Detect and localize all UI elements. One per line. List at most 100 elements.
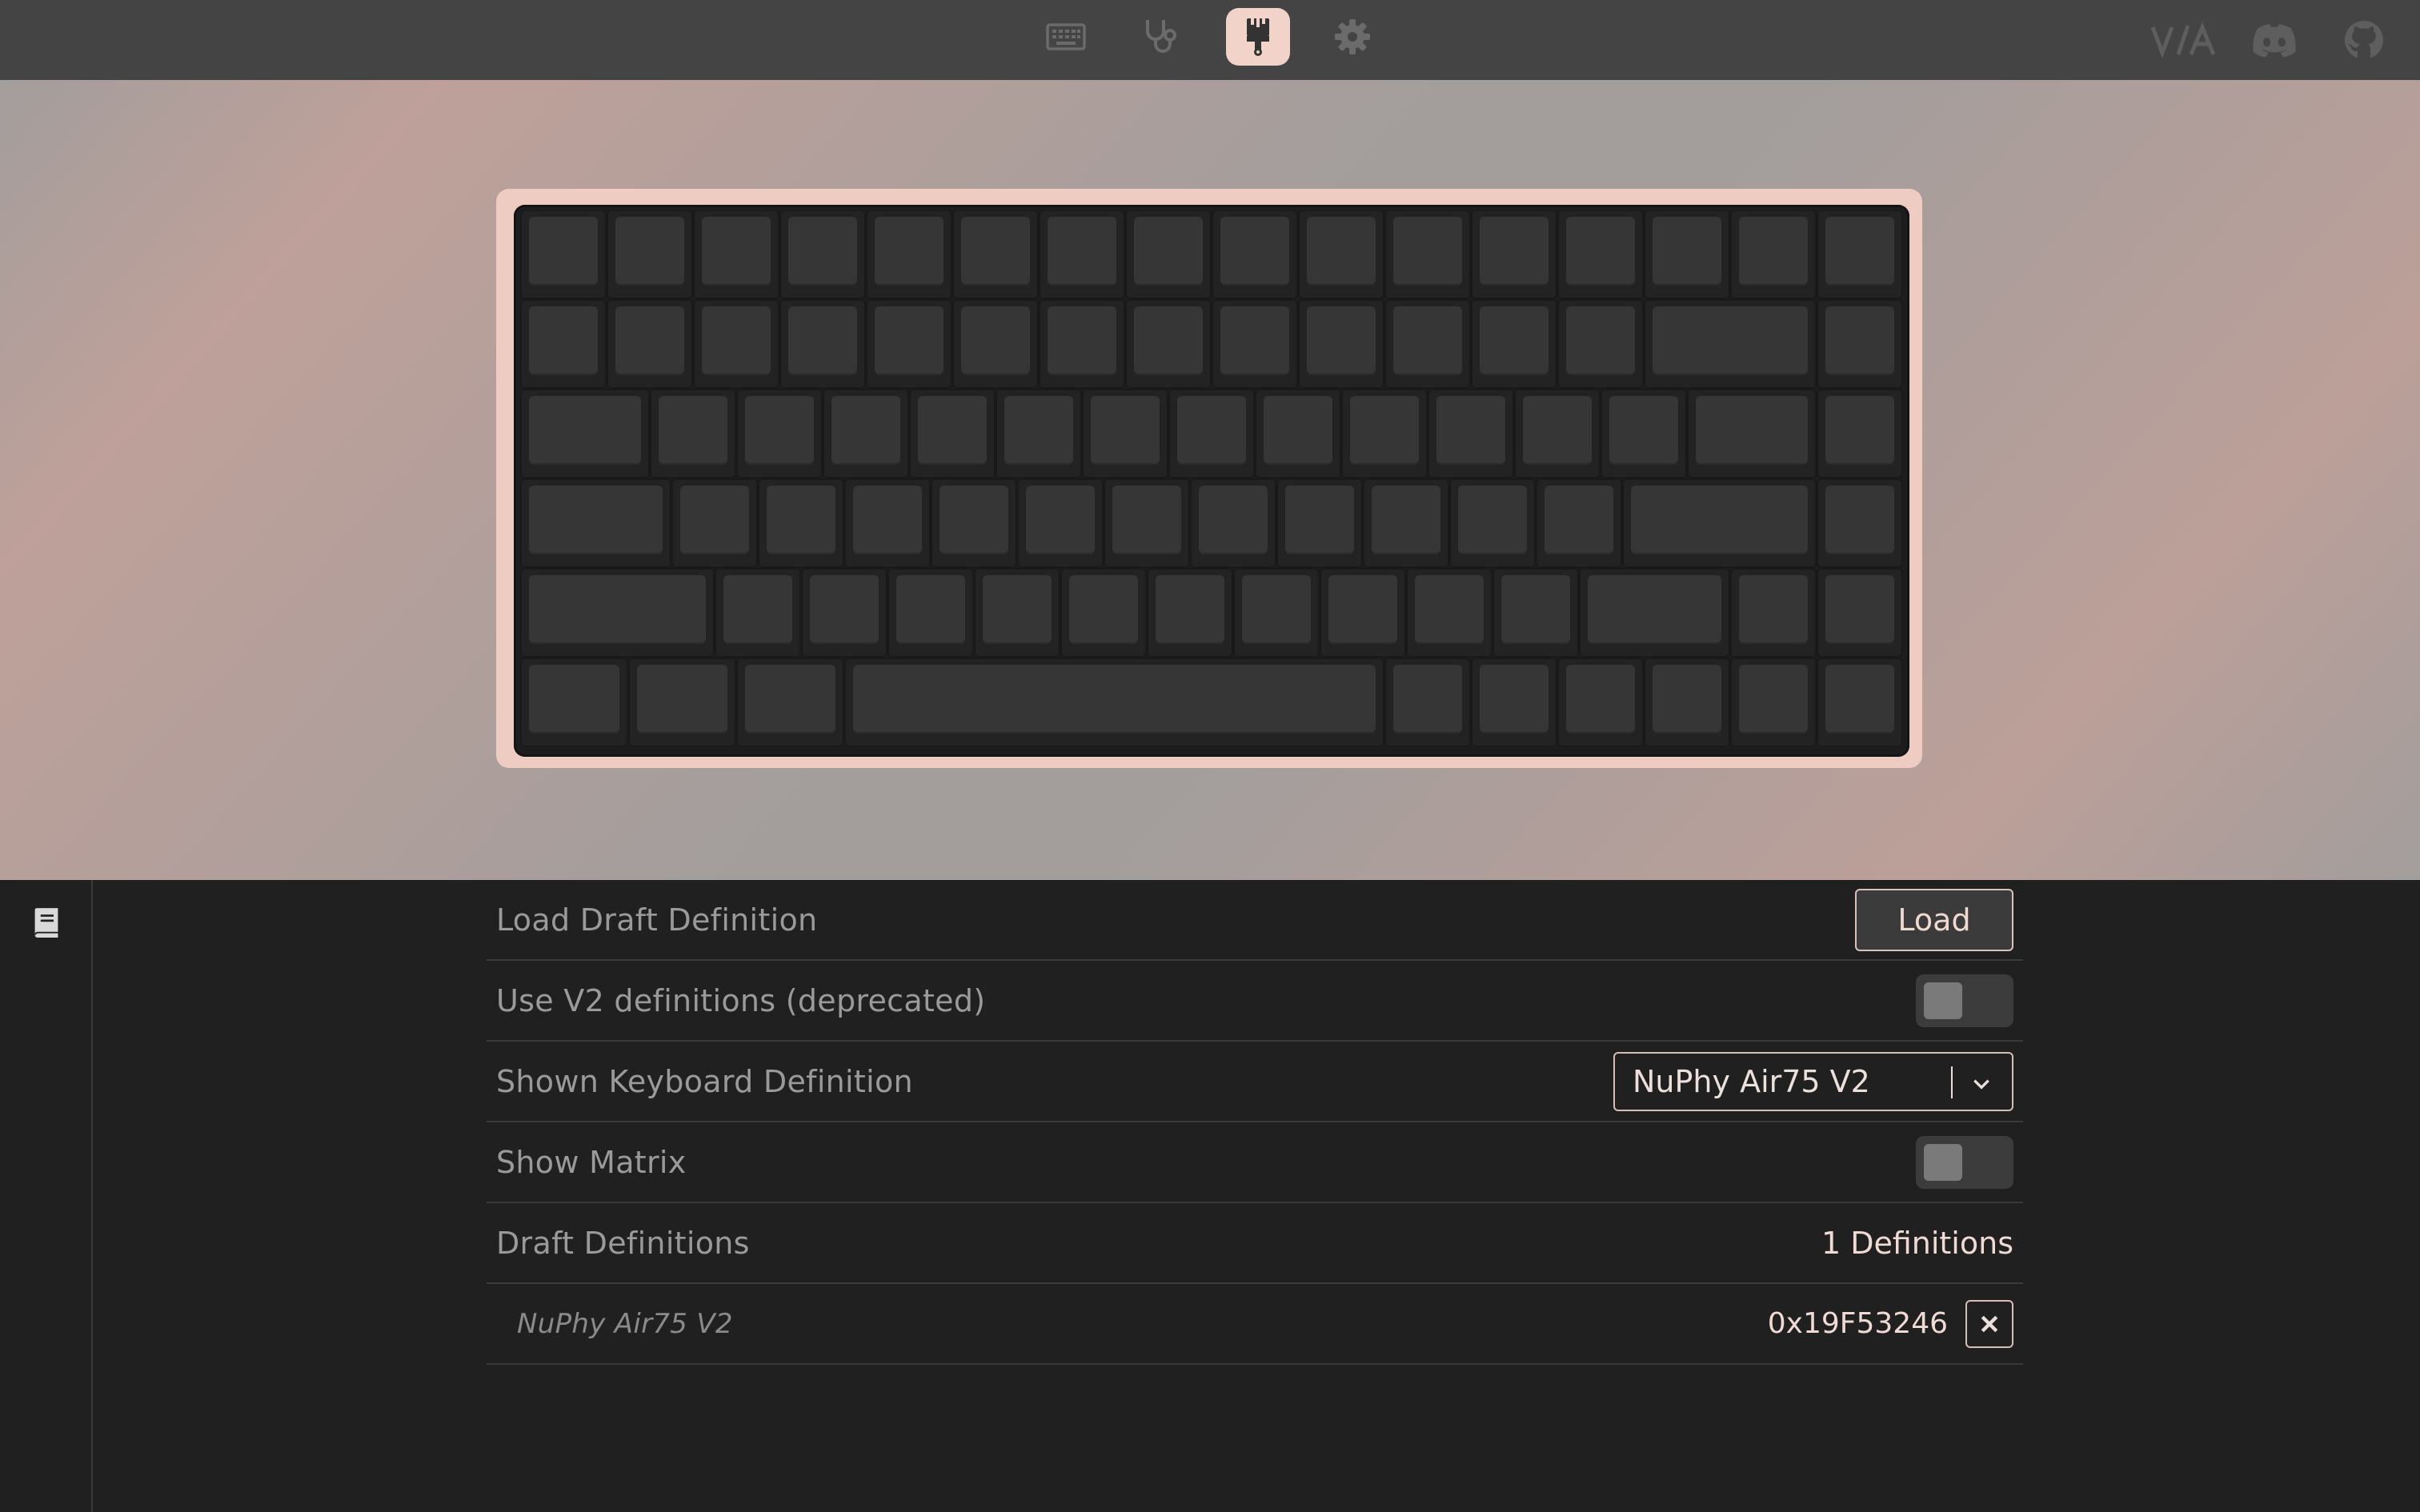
keycap[interactable]: [1363, 478, 1449, 568]
keycap[interactable]: [974, 568, 1060, 658]
keycap[interactable]: [1449, 478, 1536, 568]
keycap[interactable]: [1276, 478, 1363, 568]
keycap[interactable]: [520, 658, 628, 747]
remove-draft-button[interactable]: [1965, 1299, 2013, 1348]
keycap[interactable]: [1298, 299, 1384, 389]
keycap[interactable]: [844, 658, 1384, 747]
discord-link[interactable]: [2249, 13, 2300, 67]
keycap[interactable]: [1039, 299, 1125, 389]
keycap[interactable]: [909, 389, 996, 478]
keycap[interactable]: [952, 210, 1039, 299]
keycap[interactable]: [1492, 568, 1579, 658]
keycap-top: [1220, 217, 1289, 284]
keycap[interactable]: [607, 210, 693, 299]
design-tab[interactable]: [1226, 8, 1290, 66]
settings-tab[interactable]: [1320, 8, 1384, 66]
keycap[interactable]: [693, 299, 779, 389]
chevron-down-icon[interactable]: [1967, 1070, 1996, 1098]
keycap[interactable]: [671, 478, 758, 568]
keycap[interactable]: [736, 658, 844, 747]
keycap[interactable]: [607, 299, 693, 389]
keycap[interactable]: [520, 478, 671, 568]
keycap[interactable]: [1212, 210, 1298, 299]
keycap[interactable]: [1817, 568, 1903, 658]
keycap[interactable]: [1255, 389, 1341, 478]
keycap[interactable]: [1644, 658, 1730, 747]
show-matrix-toggle[interactable]: [1916, 1135, 2013, 1189]
keycap[interactable]: [1644, 210, 1730, 299]
keycap[interactable]: [1514, 389, 1601, 478]
keycap[interactable]: [693, 210, 779, 299]
keycap[interactable]: [1471, 210, 1557, 299]
keycap-top: [615, 306, 684, 374]
keycap[interactable]: [1320, 568, 1406, 658]
keycap[interactable]: [1471, 658, 1557, 747]
keycap[interactable]: [866, 210, 952, 299]
keycap[interactable]: [1557, 299, 1644, 389]
keycap[interactable]: [866, 299, 952, 389]
keycap[interactable]: [844, 478, 931, 568]
keycap[interactable]: [520, 299, 607, 389]
keycap[interactable]: [1557, 658, 1644, 747]
keycap[interactable]: [1341, 389, 1428, 478]
keycap[interactable]: [1471, 299, 1557, 389]
keycap[interactable]: [1687, 389, 1817, 478]
keycap[interactable]: [1406, 568, 1492, 658]
keycap[interactable]: [650, 389, 736, 478]
keycap[interactable]: [1104, 478, 1190, 568]
keycap[interactable]: [1384, 658, 1471, 747]
keycap[interactable]: [1212, 299, 1298, 389]
keycap[interactable]: [1644, 299, 1817, 389]
keycap[interactable]: [1168, 389, 1255, 478]
keycap[interactable]: [1082, 389, 1168, 478]
keycap[interactable]: [1298, 210, 1384, 299]
github-link[interactable]: [2342, 13, 2386, 67]
keycap[interactable]: [1060, 568, 1147, 658]
keycap[interactable]: [996, 389, 1082, 478]
keycap[interactable]: [1817, 389, 1903, 478]
shown-definition-select[interactable]: NuPhy Air75 V2: [1613, 1051, 2013, 1111]
keycap[interactable]: [1817, 210, 1903, 299]
keycap[interactable]: [1730, 658, 1817, 747]
keycap[interactable]: [1125, 210, 1212, 299]
keycap[interactable]: [931, 478, 1017, 568]
keycap[interactable]: [1557, 210, 1644, 299]
keycap[interactable]: [1039, 210, 1125, 299]
keycap[interactable]: [758, 478, 844, 568]
keycap[interactable]: [715, 568, 801, 658]
keycap[interactable]: [801, 568, 887, 658]
keycap[interactable]: [1428, 389, 1514, 478]
keycap[interactable]: [1384, 210, 1471, 299]
keycap[interactable]: [628, 658, 736, 747]
keycap[interactable]: [823, 389, 909, 478]
load-button[interactable]: Load: [1855, 888, 2013, 951]
keycap[interactable]: [1817, 658, 1903, 747]
keycap[interactable]: [887, 568, 974, 658]
configure-keymap-tab[interactable]: [1034, 8, 1098, 66]
keycap[interactable]: [520, 210, 607, 299]
keycap[interactable]: [1190, 478, 1276, 568]
keycap[interactable]: [1536, 478, 1622, 568]
keycap[interactable]: [1233, 568, 1320, 658]
keycap[interactable]: [1147, 568, 1233, 658]
key-tester-tab[interactable]: [1128, 8, 1192, 66]
v2-definitions-toggle[interactable]: [1916, 974, 2013, 1027]
keycap[interactable]: [1384, 299, 1471, 389]
via-logo[interactable]: [2150, 13, 2217, 67]
keycap[interactable]: [952, 299, 1039, 389]
keycap[interactable]: [1125, 299, 1212, 389]
keycap[interactable]: [1730, 210, 1817, 299]
sidebar-tab-definitions[interactable]: [29, 904, 64, 942]
keycap[interactable]: [520, 568, 715, 658]
keycap[interactable]: [1817, 478, 1903, 568]
keycap[interactable]: [736, 389, 823, 478]
keycap[interactable]: [1817, 299, 1903, 389]
keycap[interactable]: [1601, 389, 1687, 478]
keycap[interactable]: [1730, 568, 1817, 658]
keycap[interactable]: [1622, 478, 1817, 568]
keycap[interactable]: [779, 299, 866, 389]
keycap[interactable]: [1017, 478, 1104, 568]
keycap[interactable]: [520, 389, 650, 478]
keycap[interactable]: [1579, 568, 1730, 658]
keycap[interactable]: [779, 210, 866, 299]
